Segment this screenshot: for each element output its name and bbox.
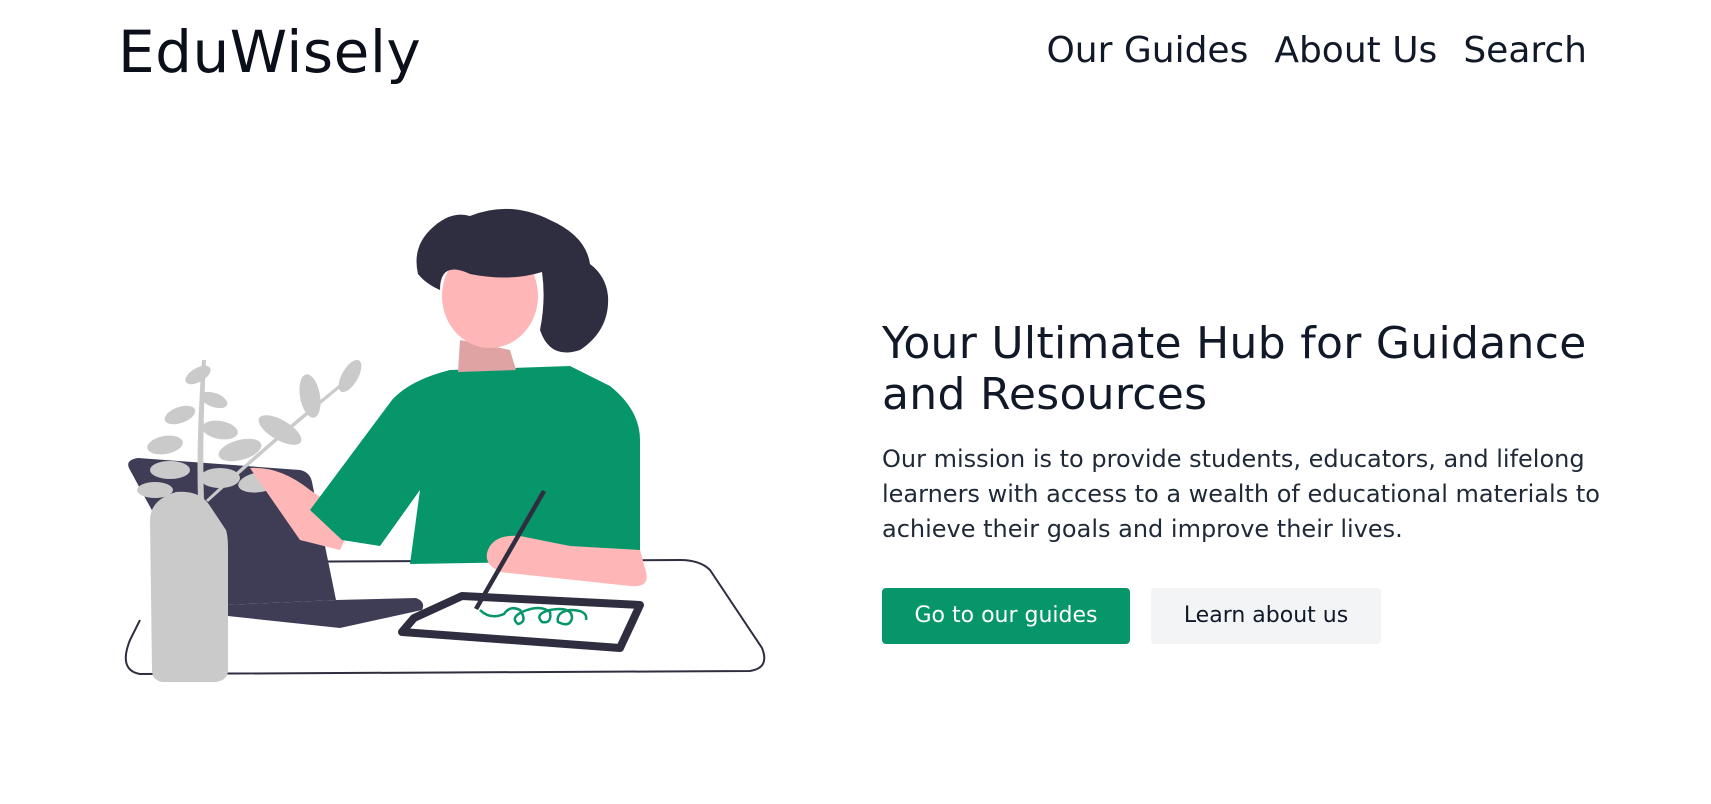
plant-vase [150,491,228,682]
nav-link-search[interactable]: Search [1463,28,1587,74]
hero-title: Your Ultimate Hub for Guidance and Resou… [882,318,1587,420]
person-at-desk-illustration-icon [124,208,766,682]
site-header: EduWisely Our Guides About Us Search [0,0,1711,110]
nav-link-about-us[interactable]: About Us [1274,28,1437,74]
go-to-guides-button[interactable]: Go to our guides [882,588,1130,644]
learn-about-us-button[interactable]: Learn about us [1151,588,1381,644]
hero-illustration [110,200,770,760]
hero-description: Our mission is to provide students, educ… [882,445,1600,543]
tablet-scribble [479,606,588,626]
hero-buttons: Go to our guides Learn about us [882,588,1622,644]
hero-section: Your Ultimate Hub for Guidance and Resou… [882,318,1622,644]
nav-link-our-guides[interactable]: Our Guides [1046,28,1248,74]
shirt [310,366,640,570]
main-nav: Our Guides About Us Search [1046,28,1587,74]
site-logo[interactable]: EduWisely [118,14,421,90]
